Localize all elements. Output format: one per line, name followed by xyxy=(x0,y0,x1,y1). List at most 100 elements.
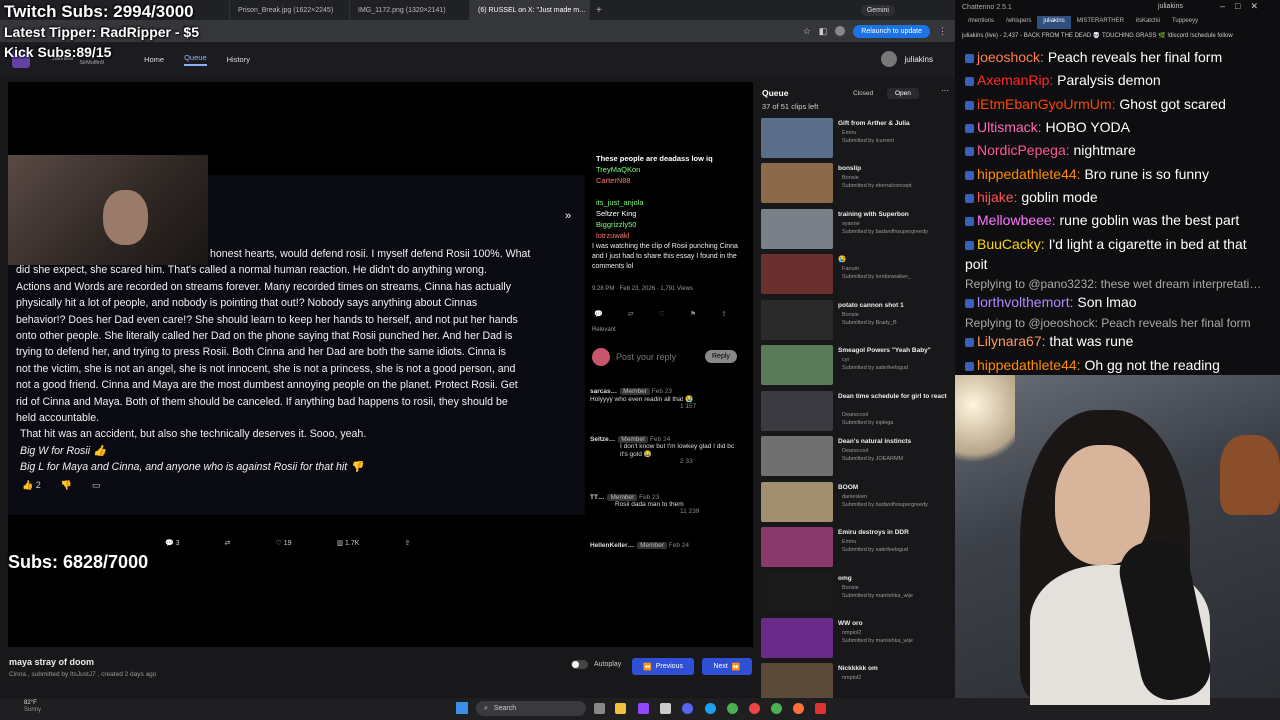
chatterino-user[interactable]: juliakins xyxy=(1158,3,1183,10)
gemini-button[interactable]: Gemini xyxy=(860,4,895,16)
star-icon[interactable]: ☆ xyxy=(803,26,811,37)
chat-message: Ultismack: HOBO YODA xyxy=(965,117,1277,137)
chat-tab[interactable]: /mentions xyxy=(962,16,1000,29)
chat-text: nightmare xyxy=(1073,142,1136,158)
queue-open-tab[interactable]: Open xyxy=(887,88,919,99)
heart-icon[interactable]: ♡ xyxy=(659,310,665,318)
more-icon[interactable]: ⋯ xyxy=(941,86,949,95)
comment-icon[interactable]: ▭ xyxy=(92,480,101,491)
twitch-icon[interactable] xyxy=(638,703,649,714)
edge-icon[interactable] xyxy=(705,703,716,714)
relevant-sort[interactable]: Relevant xyxy=(592,327,616,333)
chat-username[interactable]: hippedathlete44: xyxy=(977,357,1081,373)
queue-item[interactable]: Dean time schedule for girl to react Dean… xyxy=(761,391,951,433)
chat-tab[interactable]: itsKatchii xyxy=(1130,16,1166,29)
extensions-icon[interactable]: ◧ xyxy=(819,26,828,37)
profile-icon[interactable] xyxy=(835,26,846,36)
previous-button[interactable]: ⏪ Previous xyxy=(632,658,694,675)
file-explorer-icon[interactable] xyxy=(615,703,626,714)
queue-closed-tab[interactable]: Closed xyxy=(845,88,881,99)
nav-history[interactable]: History xyxy=(227,55,250,64)
windows-start-icon[interactable] xyxy=(456,702,468,714)
queue-item[interactable]: potato cannon shot 1 Bonsie Submitted by B… xyxy=(761,300,951,342)
clip-title: potato cannon shot 1 xyxy=(838,302,904,309)
queue-item[interactable]: omg Bonsie Submitted by maniishka_wije xyxy=(761,573,951,615)
chat-text: Bro rune is so funny xyxy=(1084,166,1209,182)
retweet-icon[interactable]: ⇄ xyxy=(628,310,634,318)
reply-icon[interactable]: 💬 xyxy=(594,310,603,318)
minimize-icon[interactable]: – xyxy=(1220,1,1225,12)
share-icon[interactable]: ⇪ xyxy=(404,539,410,547)
queue-item[interactable]: Dean's natural instincts Deanocool Submitt… xyxy=(761,436,951,478)
weather-widget[interactable]: 82°F Sunny xyxy=(8,700,41,714)
autoplay-toggle[interactable]: Autoplay xyxy=(571,660,621,669)
thumbs-up-icon[interactable]: 👍 2 xyxy=(22,480,41,491)
clip-title: bonslip xyxy=(838,165,862,172)
chat-tab[interactable]: MISTERARTHER xyxy=(1071,16,1130,29)
window-controls: – □ ✕ xyxy=(1220,1,1258,12)
obs-icon[interactable] xyxy=(815,703,826,714)
sub-badge-icon xyxy=(965,170,974,180)
queue-item[interactable]: bonslip Bonsie Submitted by eternalconcept xyxy=(761,163,951,205)
clip-channel: nmpiol2 xyxy=(842,675,862,681)
clip-thumbnail xyxy=(761,209,833,249)
chat-username[interactable]: hippedathlete44: xyxy=(977,166,1081,182)
taskbar-search[interactable]: ⌕ Search xyxy=(476,701,586,716)
nav-home[interactable]: Home xyxy=(144,55,164,64)
task-view-icon[interactable] xyxy=(594,703,605,714)
chat-username[interactable]: AxemanRip: xyxy=(977,72,1053,88)
like-count[interactable]: ♡ 19 xyxy=(275,539,291,547)
chat-tab[interactable]: Tuppeeyy xyxy=(1166,16,1204,29)
clip-submitter: Submitted by inplega xyxy=(842,420,894,426)
chat-username[interactable]: Ultismack: xyxy=(977,119,1042,135)
clip-meta: Cinna , submitted by ItsJustJ7 , created… xyxy=(9,671,157,678)
chat-username[interactable]: BuuCacky: xyxy=(977,236,1045,252)
browser-tab[interactable]: Prison_Break.jpg (1622×2245) xyxy=(230,0,350,20)
maximize-icon[interactable]: □ xyxy=(1235,1,1240,12)
chat-username[interactable]: Mellowbeee: xyxy=(977,212,1056,228)
chat-username[interactable]: lorthvolthemort: xyxy=(977,294,1073,310)
discord-icon[interactable] xyxy=(682,703,693,714)
reply-count[interactable]: 💬 3 xyxy=(165,539,180,547)
share-icon[interactable]: ⇪ xyxy=(721,310,727,318)
queue-item[interactable]: Nickkkkk om nmpiol2 xyxy=(761,663,951,698)
nav-queue[interactable]: Queue xyxy=(184,53,207,66)
chat-username[interactable]: iEtmEbanGyoUrmUm: xyxy=(977,96,1115,112)
queue-item[interactable]: Gift from Arther & Julia Emiru Submitted b… xyxy=(761,118,951,160)
toggle-switch[interactable] xyxy=(571,660,588,669)
rewind-icon: ⏪ xyxy=(643,663,652,671)
firefox-icon[interactable] xyxy=(793,703,804,714)
queue-item[interactable]: WW oro nmpiol2 Submitted by maniishka_wije xyxy=(761,618,951,660)
chat-username[interactable]: joeoshock: xyxy=(977,49,1044,65)
reply-input[interactable]: Post your reply xyxy=(616,352,676,362)
app-icon[interactable] xyxy=(660,703,671,714)
queue-item[interactable]: Emiru destroys in DDR Emiru Submitted by s… xyxy=(761,527,951,569)
new-tab-icon[interactable]: + xyxy=(590,5,608,16)
chat-tab-active[interactable]: juliakins xyxy=(1037,16,1071,29)
app-icon[interactable] xyxy=(749,703,760,714)
kick-subs-goal: Kick Subs:89/15 xyxy=(4,44,112,60)
clip-channel: Bonsie xyxy=(842,175,859,181)
queue-item[interactable]: training with Superbon syanne Submitted by… xyxy=(761,209,951,251)
reply-button[interactable]: Reply xyxy=(705,350,737,363)
chrome-icon[interactable] xyxy=(727,703,738,714)
chat-username[interactable]: NordicPepega: xyxy=(977,142,1070,158)
chat-text: poit xyxy=(965,256,988,272)
queue-item[interactable]: BOOM daniesken Submitted by badwolfxsuperg… xyxy=(761,482,951,524)
queue-item[interactable]: Smeagol Powers "Yeah Baby" cyr Submitted b… xyxy=(761,345,951,387)
chrome-icon[interactable] xyxy=(771,703,782,714)
next-button[interactable]: Next ⏩ xyxy=(702,658,752,675)
browser-tab-active[interactable]: (6) RUSSEL on X: "Just made m… xyxy=(470,0,590,20)
relaunch-button[interactable]: Relaunch to update xyxy=(853,24,930,38)
thumbs-down-icon[interactable]: 👎 xyxy=(61,480,72,491)
bookmark-icon[interactable]: ⚑ xyxy=(690,310,696,318)
chat-username[interactable]: Lilynara67: xyxy=(977,333,1046,349)
retweet-icon[interactable]: ⇄ xyxy=(225,539,231,547)
chat-username[interactable]: hijake: xyxy=(977,189,1017,205)
user-menu[interactable]: juliakins xyxy=(880,51,933,67)
browser-tab[interactable]: IMG_1172.png (1320×2141) xyxy=(350,0,470,20)
chat-tab[interactable]: /whispers xyxy=(1000,16,1037,29)
queue-item[interactable]: 😭 Fanum Submitted by londonwalker_ xyxy=(761,254,951,296)
menu-icon[interactable]: ⋮ xyxy=(938,26,947,37)
close-icon[interactable]: ✕ xyxy=(1250,1,1258,12)
